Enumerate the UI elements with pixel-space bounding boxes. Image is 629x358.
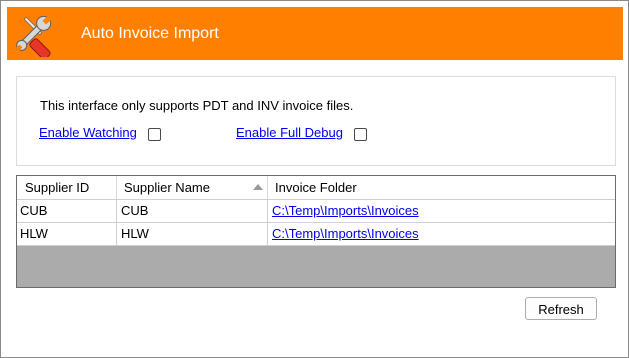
cell-supplier-id[interactable]: HLW [17,223,117,245]
cell-supplier-name[interactable]: HLW [117,223,268,245]
cell-supplier-name[interactable]: CUB [117,200,268,222]
column-header-supplier-id[interactable]: Supplier ID [17,176,117,199]
column-header-invoice-folder[interactable]: Invoice Folder [268,176,615,199]
enable-watching-checkbox[interactable] [148,128,161,141]
app-window: Auto Invoice Import This interface only … [0,0,629,358]
cell-supplier-id[interactable]: CUB [17,200,117,222]
options-panel: This interface only supports PDT and INV… [16,76,616,166]
invoice-folder-link[interactable]: C:\Temp\Imports\Invoices [272,226,419,241]
enable-full-debug-checkbox[interactable] [354,128,367,141]
tools-icon [10,11,56,60]
invoice-folder-link[interactable]: C:\Temp\Imports\Invoices [272,203,419,218]
cell-invoice-folder[interactable]: C:\Temp\Imports\Invoices [268,200,615,222]
column-header-supplier-name[interactable]: Supplier Name [117,176,268,199]
enable-watching-link[interactable]: Enable Watching [39,125,137,140]
cell-invoice-folder[interactable]: C:\Temp\Imports\Invoices [268,223,615,245]
window-title: Auto Invoice Import [81,25,219,42]
refresh-button[interactable]: Refresh [525,297,597,320]
grid-header: Supplier ID Supplier Name Invoice Folder [17,176,615,200]
title-header: Auto Invoice Import [7,7,623,60]
sort-ascending-icon [253,184,263,190]
table-row[interactable]: HLW HLW C:\Temp\Imports\Invoices [17,223,615,246]
enable-full-debug-link[interactable]: Enable Full Debug [236,125,343,140]
supplier-grid[interactable]: Supplier ID Supplier Name Invoice Folder… [16,175,616,288]
info-text: This interface only supports PDT and INV… [40,98,354,113]
table-row[interactable]: CUB CUB C:\Temp\Imports\Invoices [17,200,615,223]
